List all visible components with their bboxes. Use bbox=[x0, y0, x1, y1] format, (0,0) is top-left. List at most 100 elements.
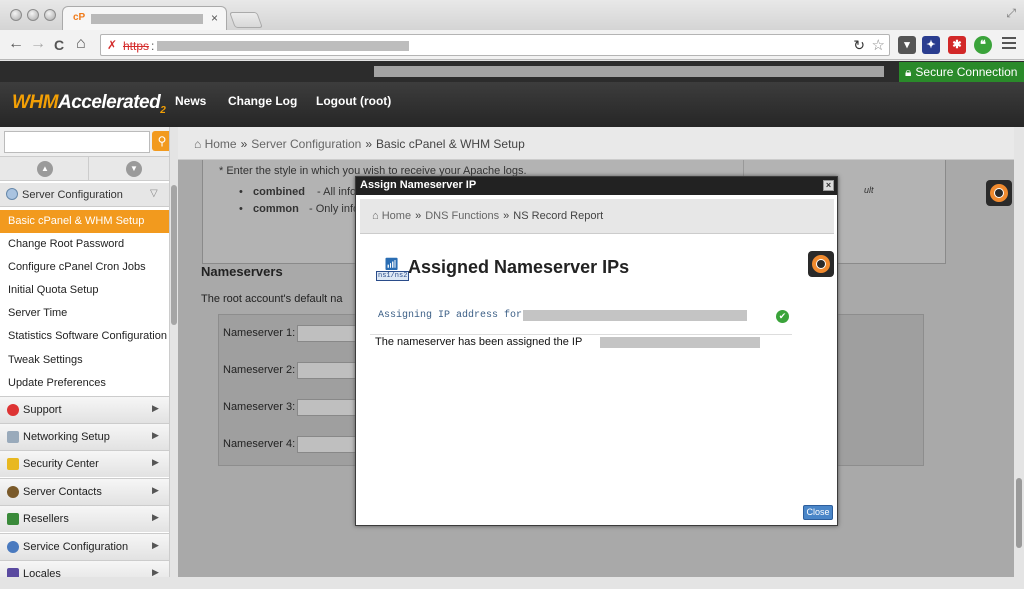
secure-connection-badge[interactable]: 🔒︎ Secure Connection bbox=[899, 62, 1024, 82]
nav-logout[interactable]: Logout (root) bbox=[316, 94, 391, 108]
sidebar-item-tweak-settings[interactable]: Tweak Settings bbox=[0, 349, 169, 372]
breadcrumb-server-config[interactable]: Server Configuration bbox=[251, 137, 361, 151]
hangouts-extension-icon[interactable]: ❝ bbox=[974, 36, 992, 54]
sidebar-item-basic-setup[interactable]: Basic cPanel & WHM Setup bbox=[0, 210, 169, 233]
back-icon[interactable]: ← bbox=[8, 35, 24, 53]
sidebar-item-cron-jobs[interactable]: Configure cPanel Cron Jobs bbox=[0, 256, 169, 279]
support-icon bbox=[7, 404, 19, 416]
sidebar-group-service-config[interactable]: Service Configuration ▶ bbox=[0, 533, 169, 560]
url-redacted bbox=[157, 41, 409, 51]
browser-menu-icon[interactable] bbox=[1002, 37, 1016, 52]
ns-icon-label: ns1/ns2 bbox=[376, 271, 410, 281]
broken-lock-icon: ✗ bbox=[107, 38, 118, 52]
sidebar-item-update-preferences[interactable]: Update Preferences bbox=[0, 372, 169, 395]
sidebar-group-contacts[interactable]: Server Contacts ▶ bbox=[0, 478, 169, 505]
breadcrumb-home[interactable]: Home bbox=[382, 210, 411, 222]
dialog-help-button[interactable] bbox=[808, 251, 834, 277]
sidebar-group-networking[interactable]: Networking Setup ▶ bbox=[0, 423, 169, 450]
scroll-down-button[interactable]: ▼ bbox=[126, 161, 142, 177]
nav-news[interactable]: News bbox=[175, 94, 206, 108]
nameserver-2-input[interactable] bbox=[297, 362, 357, 379]
padlock-icon bbox=[7, 458, 19, 470]
sidebar-item-quota-setup[interactable]: Initial Quota Setup bbox=[0, 279, 169, 302]
nameserver-3-input[interactable] bbox=[297, 399, 357, 416]
search-input[interactable] bbox=[4, 131, 150, 153]
group-label: Support bbox=[23, 404, 62, 416]
extension-icon[interactable]: ✦ bbox=[922, 36, 940, 54]
dialog-heading: Assigned Nameserver IPs bbox=[408, 257, 630, 277]
browser-toolbar: ← → C ⌂ ✗ https : ↻ ☆ ▾ ✦ ✱ ❝ bbox=[0, 30, 1024, 60]
home-icon[interactable]: ⌂ bbox=[76, 35, 86, 53]
whm-topbar: 🔒︎ Secure Connection bbox=[0, 61, 1024, 82]
group-label: Locales bbox=[23, 568, 61, 577]
sidebar-group-locales[interactable]: Locales ▶ bbox=[0, 560, 169, 577]
sidebar-search: ⚲ bbox=[0, 127, 169, 157]
sidebar-group-resellers[interactable]: Resellers ▶ bbox=[0, 505, 169, 532]
success-check-icon: ✔ bbox=[776, 310, 789, 323]
nav-change-log[interactable]: Change Log bbox=[228, 94, 297, 108]
chevron-right-icon: ▶ bbox=[152, 485, 159, 495]
help-button[interactable] bbox=[986, 180, 1012, 206]
close-window-button[interactable] bbox=[10, 9, 22, 21]
antenna-icon: 📶︎ bbox=[384, 257, 400, 271]
dialog-close-icon[interactable]: × bbox=[823, 180, 834, 191]
breadcrumb-sep: » bbox=[240, 137, 248, 151]
whm-logo[interactable]: WHMAccelerated2 bbox=[12, 92, 166, 116]
page-scrollbar[interactable] bbox=[1016, 478, 1022, 548]
divider bbox=[370, 334, 792, 335]
lastpass-extension-icon[interactable]: ✱ bbox=[948, 36, 966, 54]
tab-close-icon[interactable]: × bbox=[211, 11, 218, 25]
common-label: common bbox=[253, 203, 299, 215]
breadcrumb-bar: ⌂ Home» Server Configuration» Basic cPanel… bbox=[178, 127, 1014, 160]
dialog-breadcrumb-bar: ⌂ Home» DNS Functions» NS Record Report bbox=[360, 199, 834, 234]
nameserver-1-input[interactable] bbox=[297, 325, 357, 342]
bookmark-star-icon[interactable]: ☆ bbox=[872, 36, 885, 54]
combined-label: combined bbox=[253, 186, 305, 198]
sidebar-item-server-time[interactable]: Server Time bbox=[0, 302, 169, 325]
nameserver-4-input[interactable] bbox=[297, 436, 357, 453]
whm-header: WHMAccelerated2 News Change Log Logout (… bbox=[0, 82, 1024, 127]
fullscreen-icon[interactable]: ⤢ bbox=[1006, 6, 1016, 21]
dialog-title-bar: Assign Nameserver IP × bbox=[356, 177, 837, 195]
divider bbox=[88, 157, 89, 181]
breadcrumb-home[interactable]: Home bbox=[205, 137, 237, 151]
logo-sub: 2 bbox=[160, 104, 166, 116]
reload-icon[interactable]: C bbox=[54, 37, 64, 53]
minimize-window-button[interactable] bbox=[27, 9, 39, 21]
browser-tabstrip: cP × ⤢ bbox=[0, 0, 1024, 30]
zoom-window-button[interactable] bbox=[44, 9, 56, 21]
logo-accelerated: Accelerated bbox=[57, 92, 161, 113]
breadcrumb-sep: » bbox=[503, 210, 510, 222]
nameserver-3-label: Nameserver 3: bbox=[223, 401, 296, 413]
chevron-right-icon: ▶ bbox=[152, 567, 159, 577]
scroll-up-button[interactable]: ▲ bbox=[37, 161, 53, 177]
home-icon: ⌂ bbox=[372, 210, 379, 222]
forward-icon[interactable]: → bbox=[30, 35, 46, 53]
pocket-extension-icon[interactable]: ▾ bbox=[898, 36, 916, 54]
new-tab-button[interactable] bbox=[229, 12, 263, 28]
browser-tab[interactable]: cP × bbox=[62, 6, 227, 30]
sidebar-scrollbar[interactable] bbox=[171, 185, 177, 325]
hostname-redacted bbox=[374, 66, 884, 77]
nameservers-description: The root account's default na bbox=[201, 293, 343, 305]
dialog-title: Assign Nameserver IP bbox=[360, 179, 477, 191]
group-label: Networking Setup bbox=[23, 431, 110, 443]
group-label: Security Center bbox=[23, 458, 99, 470]
sidebar-section-server-configuration[interactable]: Server Configuration ▽ bbox=[0, 183, 169, 207]
close-button[interactable]: Close bbox=[803, 505, 833, 520]
sidebar-group-security[interactable]: Security Center ▶ bbox=[0, 450, 169, 477]
nameserver-ip-icon: 📶︎ ns1/ns2 bbox=[374, 255, 410, 283]
group-label: Service Configuration bbox=[23, 541, 129, 553]
nameservers-title: Nameservers bbox=[201, 264, 283, 279]
omnibox-reload-icon[interactable]: ↻ bbox=[853, 37, 865, 54]
contacts-icon bbox=[7, 486, 19, 498]
resellers-icon bbox=[7, 513, 19, 525]
sidebar-item-statistics[interactable]: Statistics Software Configuration bbox=[0, 325, 169, 348]
breadcrumb-dns-functions[interactable]: DNS Functions bbox=[425, 210, 499, 222]
address-bar[interactable]: ✗ https : ↻ ☆ bbox=[100, 34, 890, 56]
search-button[interactable]: ⚲ bbox=[152, 131, 169, 151]
sidebar-group-support[interactable]: Support ▶ bbox=[0, 396, 169, 423]
sidebar-item-change-root-password[interactable]: Change Root Password bbox=[0, 233, 169, 256]
sidebar-scroll-controls: ▲ ▼ bbox=[0, 157, 169, 181]
nameserver-2-label: Nameserver 2: bbox=[223, 364, 296, 376]
